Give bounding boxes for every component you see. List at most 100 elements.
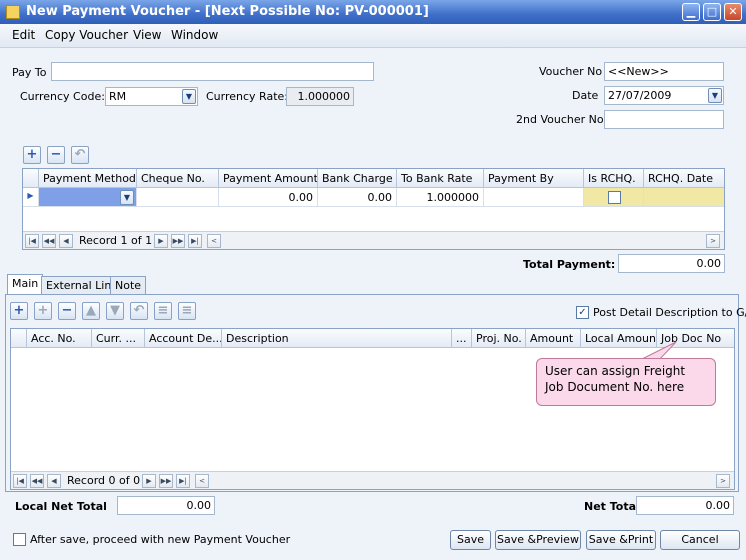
menu-bar: Edit Copy Voucher View Window [0,24,746,48]
scroll-right-icon[interactable]: > [716,474,730,488]
chevron-down-icon[interactable]: ▼ [120,190,134,205]
col-amount[interactable]: Amount [526,329,581,348]
chevron-down-icon[interactable]: ▼ [182,89,196,104]
window-title: New Payment Voucher - [Next Possible No:… [26,4,429,19]
undo-icon[interactable]: ↶ [71,146,89,164]
record-counter: Record 0 of 0 [67,474,141,487]
col-bank-charge[interactable]: Bank Charge [318,169,397,188]
menu-view[interactable]: View [133,28,161,42]
to-bank-rate-cell[interactable]: 1.000000 [397,188,484,207]
col-acc-no[interactable]: Acc. No. [27,329,92,348]
app-icon [6,5,20,19]
chevron-down-icon[interactable]: ▼ [708,88,722,103]
date-value: 27/07/2009 [608,89,672,102]
net-total-label: Net Total [584,500,640,513]
move-down-icon[interactable]: ▼ [106,302,124,320]
col-cheque-no[interactable]: Cheque No. [137,169,219,188]
col-account-desc[interactable]: Account De... [145,329,222,348]
col-more[interactable]: ... [452,329,472,348]
scroll-left-icon[interactable]: < [195,474,209,488]
next-page-icon[interactable]: ▶▶ [171,234,185,248]
insert-row-icon[interactable]: + [34,302,52,320]
second-voucher-label: 2nd Voucher No [516,113,604,126]
col-to-bank-rate[interactable]: To Bank Rate [397,169,484,188]
menu-edit[interactable]: Edit [12,28,35,42]
after-save-checkbox[interactable] [13,533,26,546]
undo-icon[interactable]: ↶ [130,302,148,320]
currency-code-label: Currency Code: [20,90,105,103]
local-net-total-label: Local Net Total [15,500,107,513]
date-label: Date [572,89,599,102]
close-button[interactable]: ✕ [724,3,742,21]
is-rchq-cell[interactable] [584,188,644,207]
payment-grid-navigator: |◀ ◀◀ ◀ Record 1 of 1 ▶ ▶▶ ▶| < > [23,231,724,249]
scroll-left-icon[interactable]: < [207,234,221,248]
tab-note[interactable]: Note [110,276,147,294]
payment-grid: Payment Method Cheque No. Payment Amount… [22,168,725,250]
prev-page-icon[interactable]: ◀◀ [42,234,56,248]
col-proj-no[interactable]: Proj. No. [472,329,526,348]
after-save-label: After save, proceed with new Payment Vou… [30,533,291,546]
col-payment-amount[interactable]: Payment Amount [219,169,318,188]
next-record-icon[interactable]: ▶ [154,234,168,248]
title-bar: New Payment Voucher - [Next Possible No:… [0,0,746,24]
tab-main[interactable]: Main [7,274,44,295]
cancel-button[interactable]: Cancel [660,530,740,550]
row-indicator-header [11,329,27,348]
last-record-icon[interactable]: ▶| [176,474,190,488]
second-voucher-input[interactable] [604,110,724,129]
save-button[interactable]: Save [450,530,491,550]
list-icon[interactable]: ≡ [154,302,172,320]
payment-method-cell[interactable]: ▼ [39,188,137,207]
first-record-icon[interactable]: |◀ [25,234,39,248]
move-up-icon[interactable]: ▲ [82,302,100,320]
menu-window[interactable]: Window [171,28,218,42]
save-print-button[interactable]: Save &Print [586,530,656,550]
payment-by-cell[interactable] [484,188,584,207]
detail-icon[interactable]: ≡ [178,302,196,320]
net-total-value: 0.00 [636,496,734,515]
bank-charge-cell[interactable]: 0.00 [318,188,397,207]
col-payment-method[interactable]: Payment Method [39,169,137,188]
detail-grid: Acc. No. Curr. ... Account De... Descrip… [10,328,735,490]
col-description[interactable]: Description [222,329,452,348]
scroll-right-icon[interactable]: > [706,234,720,248]
col-rchq-date[interactable]: RCHQ. Date [644,169,724,188]
next-record-icon[interactable]: ▶ [142,474,156,488]
rchq-date-cell[interactable] [644,188,724,207]
col-payment-by[interactable]: Payment By [484,169,584,188]
next-page-icon[interactable]: ▶▶ [159,474,173,488]
row-indicator-header [23,169,39,188]
post-detail-checkbox[interactable]: ✓ [576,306,589,319]
col-currency[interactable]: Curr. ... [92,329,145,348]
cheque-no-cell[interactable] [137,188,219,207]
currency-rate-label: Currency Rate: [206,90,288,103]
is-rchq-checkbox[interactable] [608,191,621,204]
prev-record-icon[interactable]: ◀ [59,234,73,248]
date-picker[interactable]: 27/07/2009 ▼ [604,86,724,105]
first-record-icon[interactable]: |◀ [13,474,27,488]
pay-to-label: Pay To [12,66,47,79]
job-doc-callout: User can assign Freight Job Document No.… [536,358,716,406]
delete-row-icon[interactable]: − [47,146,65,164]
total-payment-label: Total Payment: [523,258,616,271]
save-preview-button[interactable]: Save &Preview [495,530,581,550]
maximize-button[interactable]: □ [703,3,721,21]
total-payment-value: 0.00 [618,254,725,273]
col-is-rchq[interactable]: Is RCHQ. [584,169,644,188]
minimize-button[interactable]: ▁ [682,3,700,21]
menu-copy-voucher[interactable]: Copy Voucher [45,28,128,42]
prev-page-icon[interactable]: ◀◀ [30,474,44,488]
local-net-total-value: 0.00 [117,496,215,515]
currency-code-select[interactable]: RM ▼ [105,87,198,106]
last-record-icon[interactable]: ▶| [188,234,202,248]
pay-to-input[interactable] [51,62,374,81]
row-pointer-icon: ▶ [23,188,39,207]
add-row-icon[interactable]: + [10,302,28,320]
prev-record-icon[interactable]: ◀ [47,474,61,488]
payment-amount-cell[interactable]: 0.00 [219,188,318,207]
voucher-no-input[interactable]: <<New>> [604,62,724,81]
delete-row-icon[interactable]: − [58,302,76,320]
add-row-icon[interactable]: + [23,146,41,164]
record-counter: Record 1 of 1 [79,234,153,247]
